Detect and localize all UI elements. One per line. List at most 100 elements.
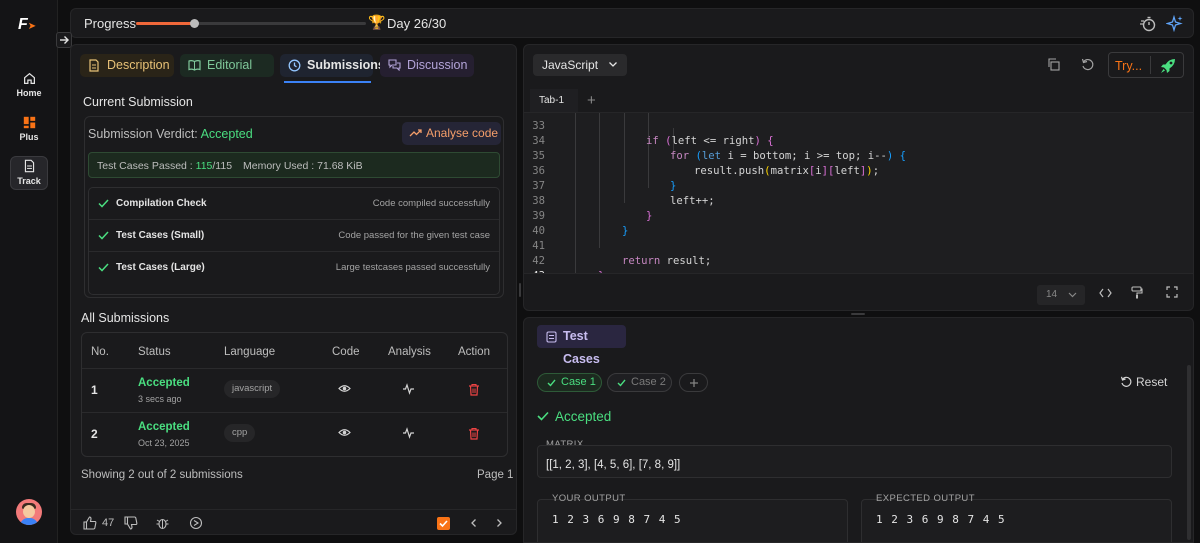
memory-used: Memory Used : 71.68 KiB <box>243 160 363 172</box>
case-2-label: Case 2 <box>631 376 666 388</box>
active-tab-indicator <box>284 81 371 83</box>
thumbs-down-icon[interactable] <box>124 516 138 530</box>
nav-track[interactable]: Track <box>10 156 48 190</box>
check-row: Test Cases (Small) Code passed for the g… <box>89 220 499 252</box>
problem-panel: Description Editorial Submissions Discus… <box>70 44 517 535</box>
arrow-right-icon <box>60 36 69 44</box>
timer-icon[interactable] <box>1139 15 1157 33</box>
code-line: 38 } <box>524 179 1184 222</box>
your-output-value: 1 2 3 6 9 8 7 4 5 <box>552 513 682 526</box>
plus-icon <box>690 379 698 387</box>
reset-button[interactable]: Reset <box>1120 375 1167 389</box>
thumbs-up-icon[interactable] <box>83 516 97 530</box>
table-row[interactable]: 1 Accepted 3 secs ago javascript <box>82 368 507 412</box>
row-number: 1 <box>91 383 98 397</box>
paint-roller-icon[interactable] <box>1131 286 1143 299</box>
tests-passed: Test Cases Passed : 115/115 <box>97 160 232 172</box>
bug-icon[interactable] <box>156 516 169 530</box>
analyse-code-button[interactable]: Analyse code <box>402 122 501 145</box>
editor-tab[interactable]: Tab-1 <box>530 89 578 112</box>
showing-count: Showing 2 out of 2 submissions <box>81 469 243 481</box>
editor-tab-strip: Tab-1 + <box>524 89 1193 113</box>
tab-description-label: Description <box>107 58 170 72</box>
page-indicator: Page 1 <box>477 469 514 481</box>
case-1-pill[interactable]: Case 1 <box>537 373 602 392</box>
nav-plus[interactable]: Plus <box>10 114 48 148</box>
verdict-label: Submission Verdict: <box>88 127 198 141</box>
check-icon <box>617 379 626 387</box>
trending-up-icon <box>409 129 422 137</box>
progress-knob[interactable] <box>190 19 199 28</box>
code-editor[interactable]: 33 if (left <= right) { 34 for (let i = … <box>524 113 1193 273</box>
check-icon <box>98 263 109 272</box>
trash-icon[interactable] <box>468 383 480 396</box>
app-logo[interactable]: F➤ <box>18 16 40 36</box>
activity-icon[interactable] <box>402 383 415 395</box>
nav-home-label: Home <box>16 88 42 98</box>
code-brackets-icon[interactable] <box>1099 288 1112 298</box>
add-case-button[interactable] <box>679 373 708 392</box>
collapse-sidebar-button[interactable] <box>56 32 72 48</box>
row-status: Accepted <box>138 421 190 433</box>
col-header-code: Code <box>332 346 360 358</box>
tab-description[interactable]: Description <box>80 54 174 77</box>
activity-icon[interactable] <box>402 427 415 439</box>
check-icon <box>439 520 448 528</box>
nav-plus-label: Plus <box>19 132 39 142</box>
left-rail: F➤ Home Plus Track <box>0 0 58 543</box>
chevron-down-icon <box>609 62 617 67</box>
table-row[interactable]: 2 Accepted Oct 23, 2025 cpp <box>82 412 507 456</box>
day-counter: Day 26/30 <box>387 16 447 31</box>
input-value: [[1, 2, 3], [4, 5, 6], [7, 8, 9]] <box>546 459 681 471</box>
test-panel-scrollbar[interactable] <box>1187 365 1191 540</box>
check-row: Test Cases (Large) Large testcases passe… <box>89 252 499 284</box>
avatar[interactable] <box>16 499 42 525</box>
eye-icon[interactable] <box>338 427 351 438</box>
clock-icon <box>288 59 301 72</box>
case-1-label: Case 1 <box>561 376 596 388</box>
chevron-right-icon[interactable] <box>494 518 504 528</box>
code-line: 34 for (let i = bottom; i >= top; i--) { <box>524 119 1184 162</box>
code-line: 37 left++; <box>524 164 1184 207</box>
reset-code-icon[interactable] <box>1081 58 1094 71</box>
language-select[interactable]: JavaScript <box>533 54 627 76</box>
nav-home[interactable]: Home <box>10 70 48 104</box>
chevron-left-icon[interactable] <box>469 518 479 528</box>
document-icon <box>24 159 34 173</box>
tab-submissions[interactable]: Submissions <box>280 54 385 77</box>
check-desc: Code compiled successfully <box>372 198 490 209</box>
reset-icon <box>1120 376 1132 387</box>
trash-icon[interactable] <box>468 427 480 440</box>
horizontal-resize-handle[interactable] <box>851 313 865 315</box>
copy-icon[interactable] <box>1047 58 1060 71</box>
check-icon <box>537 411 549 421</box>
document-icon <box>546 331 557 343</box>
check-list: Compilation Check Code compiled successf… <box>88 187 500 295</box>
your-output-label: YOUR OUTPUT <box>552 493 626 504</box>
run-button[interactable]: Try... <box>1108 52 1184 78</box>
font-size-select[interactable]: 14 <box>1037 285 1085 305</box>
check-icon <box>98 199 109 208</box>
fullscreen-icon[interactable] <box>1166 286 1178 298</box>
progress-label: Progress <box>84 16 137 31</box>
verdict-card: Submission Verdict: Accepted Analyse cod… <box>84 116 504 298</box>
case-2-pill[interactable]: Case 2 <box>607 373 672 392</box>
tab-discussion[interactable]: Discussion <box>380 54 474 77</box>
sparkle-icon[interactable] <box>1166 15 1184 33</box>
code-line: 40 <box>524 209 1184 237</box>
add-tab-icon[interactable]: + <box>587 92 596 109</box>
eye-icon[interactable] <box>338 383 351 394</box>
checkbox[interactable] <box>437 517 450 530</box>
app-root: F➤ Home Plus Track Progress 🏆 Day 26/30 <box>0 0 1200 543</box>
tab-test-cases[interactable]: Test Cases <box>537 325 626 366</box>
verdict-value: Accepted <box>200 127 253 141</box>
code-line: 41 return result; <box>524 224 1184 267</box>
row-language: cpp <box>224 424 256 442</box>
share-icon[interactable] <box>189 516 203 530</box>
avatar-face <box>23 505 35 518</box>
tab-editorial[interactable]: Editorial <box>180 54 274 77</box>
row-status: Accepted <box>138 377 190 389</box>
vertical-resize-handle[interactable] <box>519 283 521 297</box>
code-line: 42 } <box>524 239 1184 273</box>
expected-output-value: 1 2 3 6 9 8 7 4 5 <box>876 513 1006 526</box>
